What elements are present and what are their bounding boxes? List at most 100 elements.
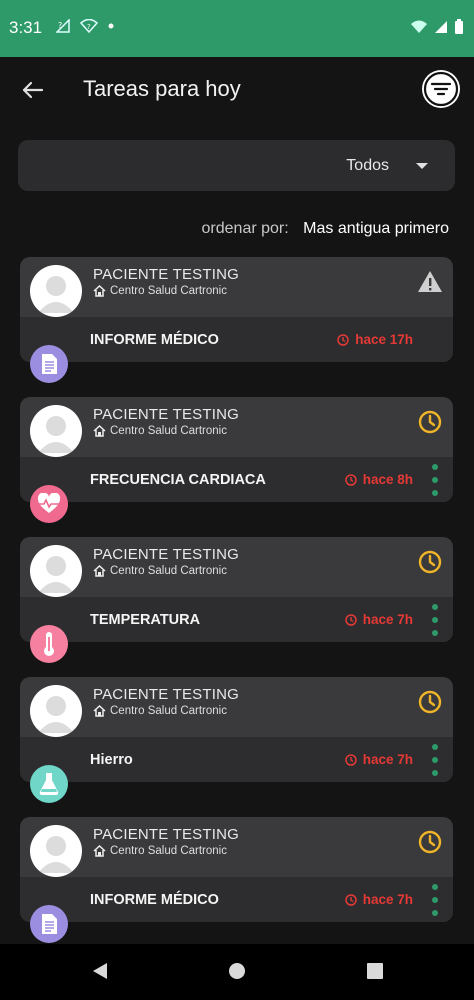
task-name: INFORME MÉDICO: [90, 892, 219, 908]
thermometer-icon: [30, 625, 68, 663]
clock-icon: [417, 829, 443, 855]
svg-text:?: ?: [87, 23, 91, 31]
status-icons-left: ? ?: [56, 19, 114, 33]
task-row: INFORME MÉDICO hace 7h: [20, 877, 453, 922]
user-placeholder-icon: [38, 416, 74, 453]
home-icon: [93, 565, 106, 577]
patient-name: PACIENTE TESTING: [93, 406, 240, 423]
app-bar: Tareas para hoy: [0, 57, 474, 123]
sort-row: ordenar por: Mas antigua primero: [202, 220, 449, 238]
time-ago: hace 8h: [344, 472, 413, 487]
avatar: [30, 405, 82, 457]
user-placeholder-icon: [38, 696, 74, 733]
health-center: Centro Salud Cartronic: [93, 705, 227, 717]
sort-value[interactable]: Mas antigua primero: [303, 220, 449, 237]
health-center-label: Centro Salud Cartronic: [110, 845, 227, 857]
cell-signal-icon: [435, 21, 447, 33]
more-options-button[interactable]: [432, 464, 438, 496]
home-icon: [93, 705, 106, 717]
task-card[interactable]: PACIENTE TESTING Centro Salud Cartronic …: [20, 537, 453, 663]
clock-icon: [417, 549, 443, 575]
task-name: FRECUENCIA CARDIACA: [90, 472, 266, 488]
time-ago-label: hace 7h: [362, 752, 413, 767]
avatar: [30, 265, 82, 317]
document-icon: [30, 345, 68, 383]
user-placeholder-icon: [38, 836, 74, 873]
clock-small-icon: [344, 613, 357, 626]
sort-label: ordenar por:: [201, 220, 289, 237]
filter-button[interactable]: [422, 70, 460, 108]
time-ago: hace 7h: [344, 892, 413, 907]
task-card[interactable]: PACIENTE TESTING Centro Salud Cartronic …: [20, 257, 453, 383]
time-ago-label: hace 17h: [355, 332, 413, 347]
home-icon: [93, 425, 106, 437]
health-center: Centro Salud Cartronic: [93, 425, 227, 437]
user-placeholder-icon: [38, 556, 74, 593]
task-row: FRECUENCIA CARDIACA hace 8h: [20, 457, 453, 502]
clock-icon: [417, 689, 443, 715]
avatar: [30, 685, 82, 737]
avatar: [30, 825, 82, 877]
signal-icon: ?: [56, 19, 70, 33]
task-name: Hierro: [90, 752, 133, 768]
time-ago-label: hace 7h: [362, 612, 413, 627]
task-card[interactable]: PACIENTE TESTING Centro Salud Cartronic …: [20, 677, 453, 803]
task-row: Hierro hace 7h: [20, 737, 453, 782]
user-placeholder-icon: [38, 276, 74, 313]
health-center: Centro Salud Cartronic: [93, 845, 227, 857]
dropdown-selected-value: Todos: [346, 157, 389, 174]
filter-icon: [423, 71, 459, 107]
health-center-label: Centro Salud Cartronic: [110, 425, 227, 437]
clock-small-icon: [344, 753, 357, 766]
nav-recents-icon[interactable]: [366, 962, 384, 980]
page-title: Tareas para hoy: [83, 76, 241, 101]
time-ago: hace 7h: [344, 752, 413, 767]
clock-small-icon: [337, 333, 349, 346]
more-options-button[interactable]: [432, 884, 438, 916]
status-bar: 3:31 ? ?: [0, 0, 474, 57]
health-center-label: Centro Salud Cartronic: [110, 705, 227, 717]
health-center: Centro Salud Cartronic: [93, 565, 227, 577]
more-options-button[interactable]: [432, 604, 438, 636]
nav-home-icon[interactable]: [228, 962, 246, 980]
task-card[interactable]: PACIENTE TESTING Centro Salud Cartronic …: [20, 817, 453, 943]
heart-rate-icon: [30, 485, 68, 523]
filter-dropdown[interactable]: Todos: [18, 140, 455, 191]
patient-name: PACIENTE TESTING: [93, 826, 240, 843]
time-ago: hace 7h: [344, 612, 413, 627]
time-ago-label: hace 8h: [362, 472, 413, 487]
document-icon: [30, 905, 68, 943]
health-center: Centro Salud Cartronic: [93, 285, 227, 297]
clock-small-icon: [344, 473, 357, 486]
task-card[interactable]: PACIENTE TESTING Centro Salud Cartronic …: [20, 397, 453, 523]
patient-name: PACIENTE TESTING: [93, 546, 240, 563]
health-center-label: Centro Salud Cartronic: [110, 565, 227, 577]
more-options-button[interactable]: [432, 744, 438, 776]
task-row: TEMPERATURA hace 7h: [20, 597, 453, 642]
status-icons-right: [410, 19, 464, 35]
battery-icon: [455, 19, 463, 34]
task-name: TEMPERATURA: [90, 612, 201, 628]
home-icon: [93, 285, 106, 297]
patient-name: PACIENTE TESTING: [93, 266, 240, 283]
wifi-off-icon: [411, 20, 427, 33]
back-arrow-icon[interactable]: [18, 75, 48, 105]
avatar: [30, 545, 82, 597]
time-ago-label: hace 7h: [362, 892, 413, 907]
caret-down-icon: [416, 163, 428, 169]
warning-icon: [417, 269, 443, 295]
patient-name: PACIENTE TESTING: [93, 686, 240, 703]
svg-text:?: ?: [58, 21, 62, 30]
flask-icon: [30, 765, 68, 803]
wifi-icon: ?: [80, 19, 98, 33]
time-ago: hace 17h: [337, 332, 413, 347]
notification-dot-icon: [108, 23, 114, 29]
status-time: 3:31: [9, 18, 43, 37]
task-name: INFORME MÉDICO: [90, 332, 219, 348]
task-row: INFORME MÉDICO hace 17h: [20, 317, 453, 362]
health-center-label: Centro Salud Cartronic: [110, 285, 227, 297]
system-nav-bar: [0, 944, 474, 1000]
clock-icon: [417, 409, 443, 435]
clock-small-icon: [344, 893, 357, 906]
nav-back-icon[interactable]: [91, 962, 109, 980]
